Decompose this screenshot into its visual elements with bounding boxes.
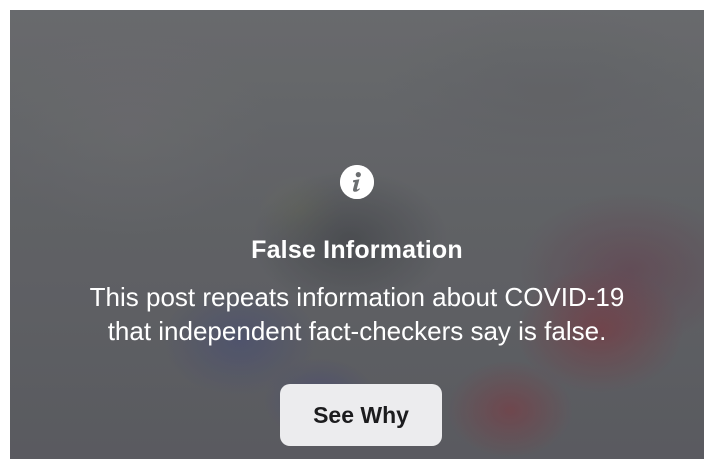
warning-message-line-2: that independent fact-checkers say is fa… xyxy=(107,316,607,346)
warning-title: False Information xyxy=(251,236,463,264)
warning-message-line-1: This post repeats information about COVI… xyxy=(89,282,625,312)
warning-panel: False Information This post repeats info… xyxy=(10,10,704,459)
see-why-button[interactable]: See Why xyxy=(280,384,442,446)
fact-check-overlay: False Information This post repeats info… xyxy=(10,10,704,459)
info-icon xyxy=(340,165,374,199)
warning-message: This post repeats information about COVI… xyxy=(10,280,704,348)
